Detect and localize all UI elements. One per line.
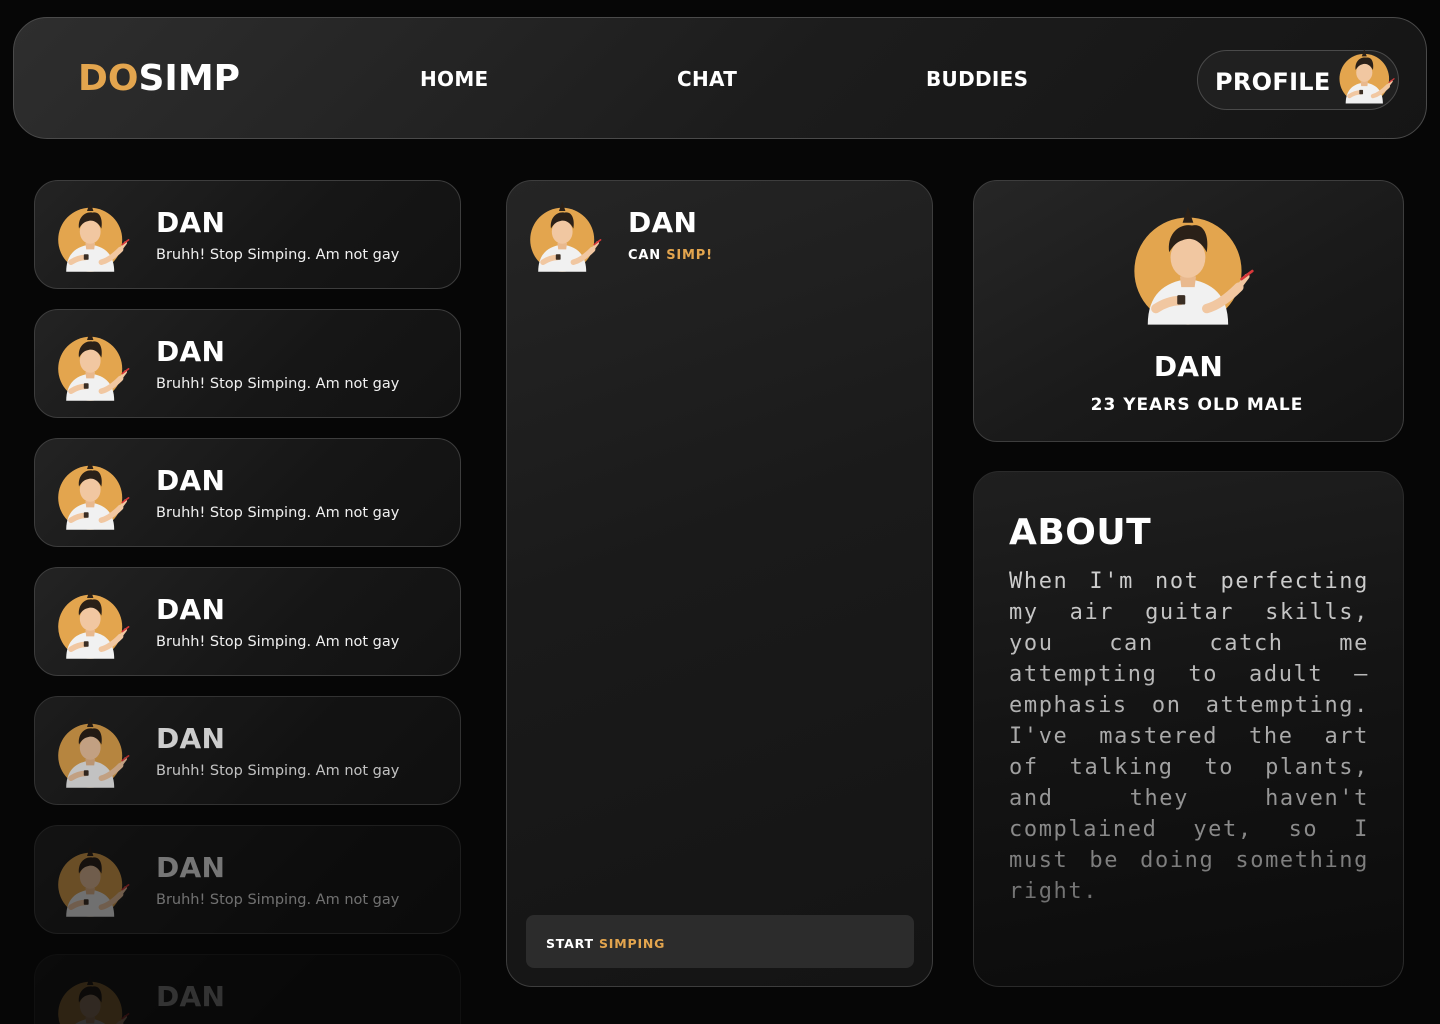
chat-list-item[interactable]: DAN Bruhh! Stop Simping. Am not gay [34,825,461,934]
chat-list-item[interactable]: DAN [34,954,461,1024]
chat-name: DAN [156,464,226,497]
avatar-icon [527,193,607,277]
avatar-icon [55,322,135,406]
chat-list-item[interactable]: DAN Bruhh! Stop Simping. Am not gay [34,696,461,805]
chat-last-message: Bruhh! Stop Simping. Am not gay [156,247,400,263]
message-input-placeholder: START SIMPING [546,936,665,951]
avatar-icon [55,838,135,922]
avatar-icon [55,193,135,277]
chat-last-message: Bruhh! Stop Simping. Am not gay [156,763,400,779]
about-title: ABOUT [1009,512,1152,553]
nav-buddies-link[interactable]: BUDDIES [926,67,1028,91]
avatar-icon [55,580,135,664]
chat-name: DAN [156,722,226,755]
status-accent: SIMP! [666,248,713,263]
chat-last-message: Bruhh! Stop Simping. Am not gay [156,376,400,392]
avatar-icon [1337,39,1399,111]
chat-list-item[interactable]: DAN Bruhh! Stop Simping. Am not gay [34,438,461,547]
profile-label: PROFILE [1215,68,1331,96]
profile-info: 23 YEARS OLD MALE [1090,395,1304,415]
logo[interactable]: DOSIMP [78,58,240,100]
chat-last-message: Bruhh! Stop Simping. Am not gay [156,634,400,650]
chat-last-message: Bruhh! Stop Simping. Am not gay [156,892,400,908]
chat-last-message: Bruhh! Stop Simping. Am not gay [156,505,400,521]
nav-home-link[interactable]: HOME [420,67,489,91]
profile-card: DAN 23 YEARS OLD MALE [973,180,1404,442]
chat-name: DAN [156,980,226,1013]
status-prefix: CAN [628,248,667,263]
conversation-name: DAN [628,206,698,239]
avatar-icon [55,709,135,793]
profile-name: DAN [1153,350,1224,383]
chat-name: DAN [156,851,226,884]
placeholder-accent: SIMPING [598,936,666,951]
message-input[interactable]: START SIMPING [526,915,914,968]
top-navbar: DOSIMP HOME CHAT BUDDIES PROFILE [13,17,1427,139]
avatar-icon [1129,195,1263,331]
avatar-icon [55,451,135,535]
conversation-panel: DAN CAN SIMP! START SIMPING [506,180,933,987]
chat-name: DAN [156,335,226,368]
logo-do: DO [78,58,139,99]
chat-list-item[interactable]: DAN Bruhh! Stop Simping. Am not gay [34,180,461,289]
logo-simp: SIMP [138,58,241,99]
profile-button[interactable]: PROFILE [1197,50,1399,110]
about-card: ABOUT When I'm not perfecting my air gui… [973,471,1404,987]
about-text: When I'm not perfecting my air guitar sk… [1009,566,1369,907]
chat-list-item[interactable]: DAN Bruhh! Stop Simping. Am not gay [34,567,461,676]
nav-chat-link[interactable]: CHAT [677,67,737,91]
placeholder-prefix: START [546,936,599,951]
conversation-status: CAN SIMP! [628,248,713,264]
avatar-icon [55,967,135,1024]
chat-name: DAN [156,206,226,239]
chat-name: DAN [156,593,226,626]
chat-list-item[interactable]: DAN Bruhh! Stop Simping. Am not gay [34,309,461,418]
